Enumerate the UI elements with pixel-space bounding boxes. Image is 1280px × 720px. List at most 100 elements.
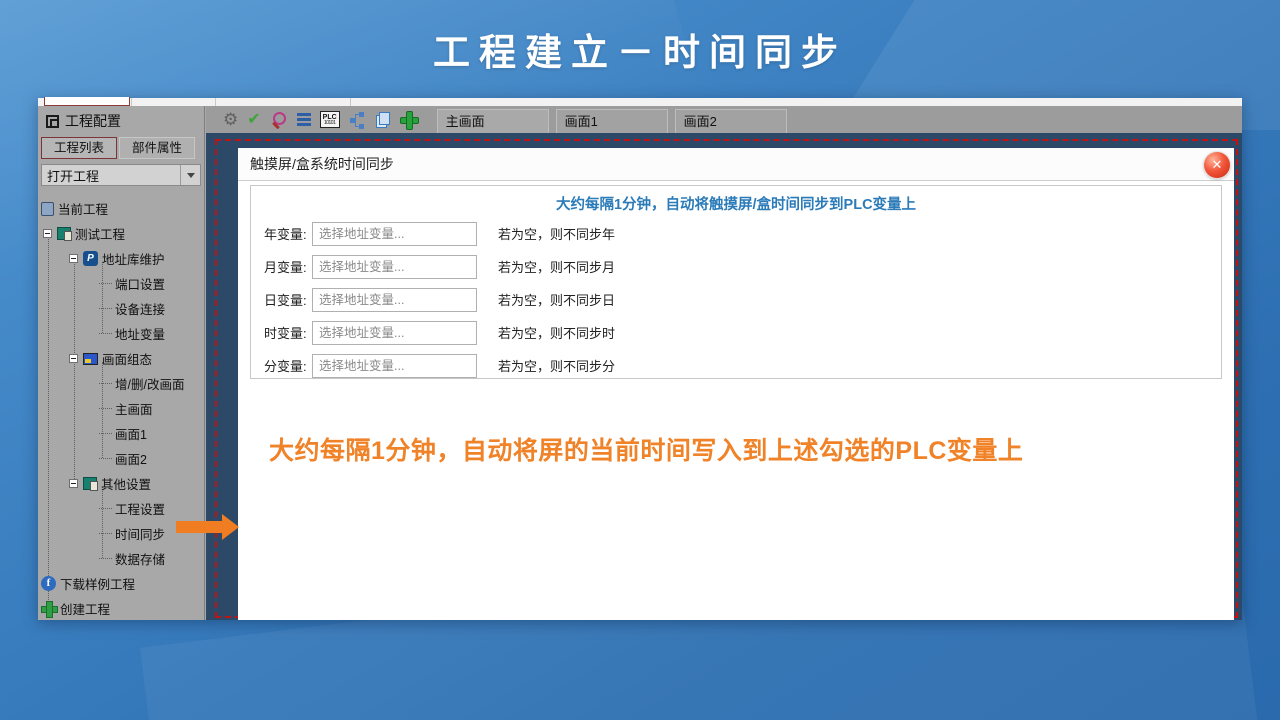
tree-item[interactable]: 画面2 <box>38 446 205 471</box>
plc-icon[interactable]: PLC 10101 <box>319 111 340 128</box>
page-title: 工程建立－时间同步 <box>433 32 847 73</box>
tree-item-label: 地址变量 <box>115 328 166 342</box>
tree-item[interactable]: 主画面 <box>38 396 205 421</box>
open-project-dropdown[interactable]: 打开工程 <box>41 164 201 186</box>
tree-item-label: 地址库维护 <box>102 253 165 267</box>
field-hint: 若为空，则不同步时 <box>498 326 616 341</box>
nodes-icon[interactable] <box>349 112 366 128</box>
time-sync-dialog: 触摸屏/盒系统时间同步 ✕ 大约每隔1分钟，自动将触摸屏/盒时间同步到PLC变量… <box>238 148 1234 620</box>
sidebar-tab[interactable]: 工程列表 <box>41 137 117 159</box>
tree-item[interactable]: 测试工程 <box>38 221 205 246</box>
dialog-titlebar: 触摸屏/盒系统时间同步 ✕ <box>238 148 1234 181</box>
tree-item[interactable]: 设备连接 <box>38 296 205 321</box>
tree-item[interactable]: 其他设置 <box>38 471 205 496</box>
tree-item-label: 其他设置 <box>101 478 152 492</box>
time-sync-panel: 大约每隔1分钟，自动将触摸屏/盒时间同步到PLC变量上 年变量: 若为空，则不同… <box>250 185 1222 379</box>
settings-gear-icon[interactable]: ⚙ <box>223 111 238 128</box>
tree-item-label: 设备连接 <box>115 303 166 317</box>
screen-tab[interactable]: 画面1 <box>555 109 668 133</box>
cutoff-tabbar <box>38 97 1242 106</box>
slide: 工程建立－时间同步 工程配置 工程列表 部件属性 打开工程 当前工程 测试工程 … <box>0 0 1280 720</box>
tree-item-label: 主画面 <box>115 403 153 417</box>
search-icon[interactable] <box>270 111 288 129</box>
list-icon[interactable] <box>296 113 311 126</box>
cutoff-active-tab <box>44 97 130 106</box>
app-window: 工程配置 工程列表 部件属性 打开工程 当前工程 测试工程 P 地址库维护 端口… <box>38 97 1242 620</box>
download-sample-icon: f <box>41 576 56 591</box>
field-label: 分变量: <box>264 359 307 374</box>
dialog-title: 触摸屏/盒系统时间同步 <box>250 156 394 172</box>
workspace: 触摸屏/盒系统时间同步 ✕ 大约每隔1分钟，自动将触摸屏/盒时间同步到PLC变量… <box>206 133 1242 620</box>
close-icon[interactable]: ✕ <box>1204 152 1230 178</box>
settings-icon <box>83 477 98 491</box>
sidebar-header: 工程配置 <box>38 106 204 136</box>
screen-tab[interactable]: 主画面 <box>436 109 549 133</box>
tree-item-label: 画面1 <box>115 428 147 442</box>
tree-item[interactable]: 地址变量 <box>38 321 205 346</box>
expand-toggle-icon[interactable] <box>69 479 78 488</box>
screen-tab[interactable]: 画面2 <box>674 109 787 133</box>
project-icon <box>57 227 72 241</box>
annotation-text: 大约每隔1分钟，自动将屏的当前时间写入到上述勾选的PLC变量上 <box>269 437 1024 465</box>
address-variable-input[interactable] <box>312 320 477 345</box>
tree-item-label: 数据存储 <box>115 553 166 567</box>
check-icon[interactable]: ✔ <box>247 111 260 128</box>
pointer-arrow <box>176 514 239 540</box>
tree-item[interactable]: 数据存储 <box>38 546 205 571</box>
field-label: 时变量: <box>264 326 307 341</box>
toolbar: ⚙ ✔ PLC 10101 主画面 画面1 画面2 <box>206 106 1242 133</box>
dropdown-value: 打开工程 <box>47 168 100 184</box>
tree-item-label: 工程设置 <box>115 503 166 517</box>
tree-item[interactable]: f 下载样例工程 <box>38 571 205 596</box>
form-rows: 年变量: 若为空，则不同步年 月变量: 若为空，则不同步月 日变量: 若为空，则… <box>251 217 1221 382</box>
chevron-down-icon[interactable] <box>180 165 200 185</box>
form-row: 分变量: 若为空，则不同步分 <box>251 349 1221 382</box>
expand-toggle-icon[interactable] <box>69 254 78 263</box>
tree-item-label: 增/删/改画面 <box>115 378 185 392</box>
field-label: 月变量: <box>264 260 307 275</box>
form-row: 月变量: 若为空，则不同步月 <box>251 250 1221 283</box>
tree-item-label: 端口设置 <box>115 278 166 292</box>
address-variable-input[interactable] <box>312 254 477 279</box>
expand-toggle-icon[interactable] <box>69 354 78 363</box>
tree-item[interactable]: 端口设置 <box>38 271 205 296</box>
expand-toggle-icon[interactable] <box>43 229 52 238</box>
form-row: 时变量: 若为空，则不同步时 <box>251 316 1221 349</box>
tree-item[interactable]: 增/删/改画面 <box>38 371 205 396</box>
address-variable-input[interactable] <box>312 221 477 246</box>
tree-item[interactable]: 创建工程 <box>38 596 205 621</box>
field-hint: 若为空，则不同步年 <box>498 227 616 242</box>
sidebar: 工程配置 工程列表 部件属性 打开工程 当前工程 测试工程 P 地址库维护 端口… <box>38 106 205 620</box>
tree-item-label: 画面2 <box>115 453 147 467</box>
computer-icon <box>41 201 54 216</box>
sidebar-header-label: 工程配置 <box>65 113 121 129</box>
tree-item[interactable]: 当前工程 <box>38 196 205 221</box>
sidebar-tab[interactable]: 部件属性 <box>119 137 195 159</box>
tree-item-label: 时间同步 <box>115 528 166 542</box>
field-hint: 若为空，则不同步日 <box>498 293 616 308</box>
create-project-icon <box>41 601 58 618</box>
tree-item[interactable]: 画面1 <box>38 421 205 446</box>
tree-item-label: 测试工程 <box>75 228 126 242</box>
screen-tabs: 主画面 画面1 画面2 <box>436 106 787 133</box>
tree-item[interactable]: 画面组态 <box>38 346 205 371</box>
field-hint: 若为空，则不同步月 <box>498 260 616 275</box>
form-row: 年变量: 若为空，则不同步年 <box>251 217 1221 250</box>
tree-item-label: 画面组态 <box>102 353 153 367</box>
tree-item-label: 创建工程 <box>60 603 111 617</box>
project-config-icon <box>46 114 59 128</box>
field-label: 年变量: <box>264 227 307 242</box>
tree-item[interactable]: P 地址库维护 <box>38 246 205 271</box>
panel-note: 大约每隔1分钟，自动将触摸屏/盒时间同步到PLC变量上 <box>555 197 917 213</box>
address-variable-input[interactable] <box>312 353 477 378</box>
form-row: 日变量: 若为空，则不同步日 <box>251 283 1221 316</box>
sidebar-tabs: 工程列表 部件属性 <box>38 136 204 159</box>
address-variable-input[interactable] <box>312 287 477 312</box>
project-tree: 当前工程 测试工程 P 地址库维护 端口设置 设备连接 地址变量 画面组态 增/… <box>38 196 205 621</box>
add-icon[interactable] <box>399 111 419 130</box>
tree-item-label: 下载样例工程 <box>60 578 136 592</box>
tree-item-label: 当前工程 <box>58 203 109 217</box>
screen-icon <box>83 352 98 365</box>
field-label: 日变量: <box>264 293 307 308</box>
copy-document-icon[interactable] <box>375 111 391 128</box>
